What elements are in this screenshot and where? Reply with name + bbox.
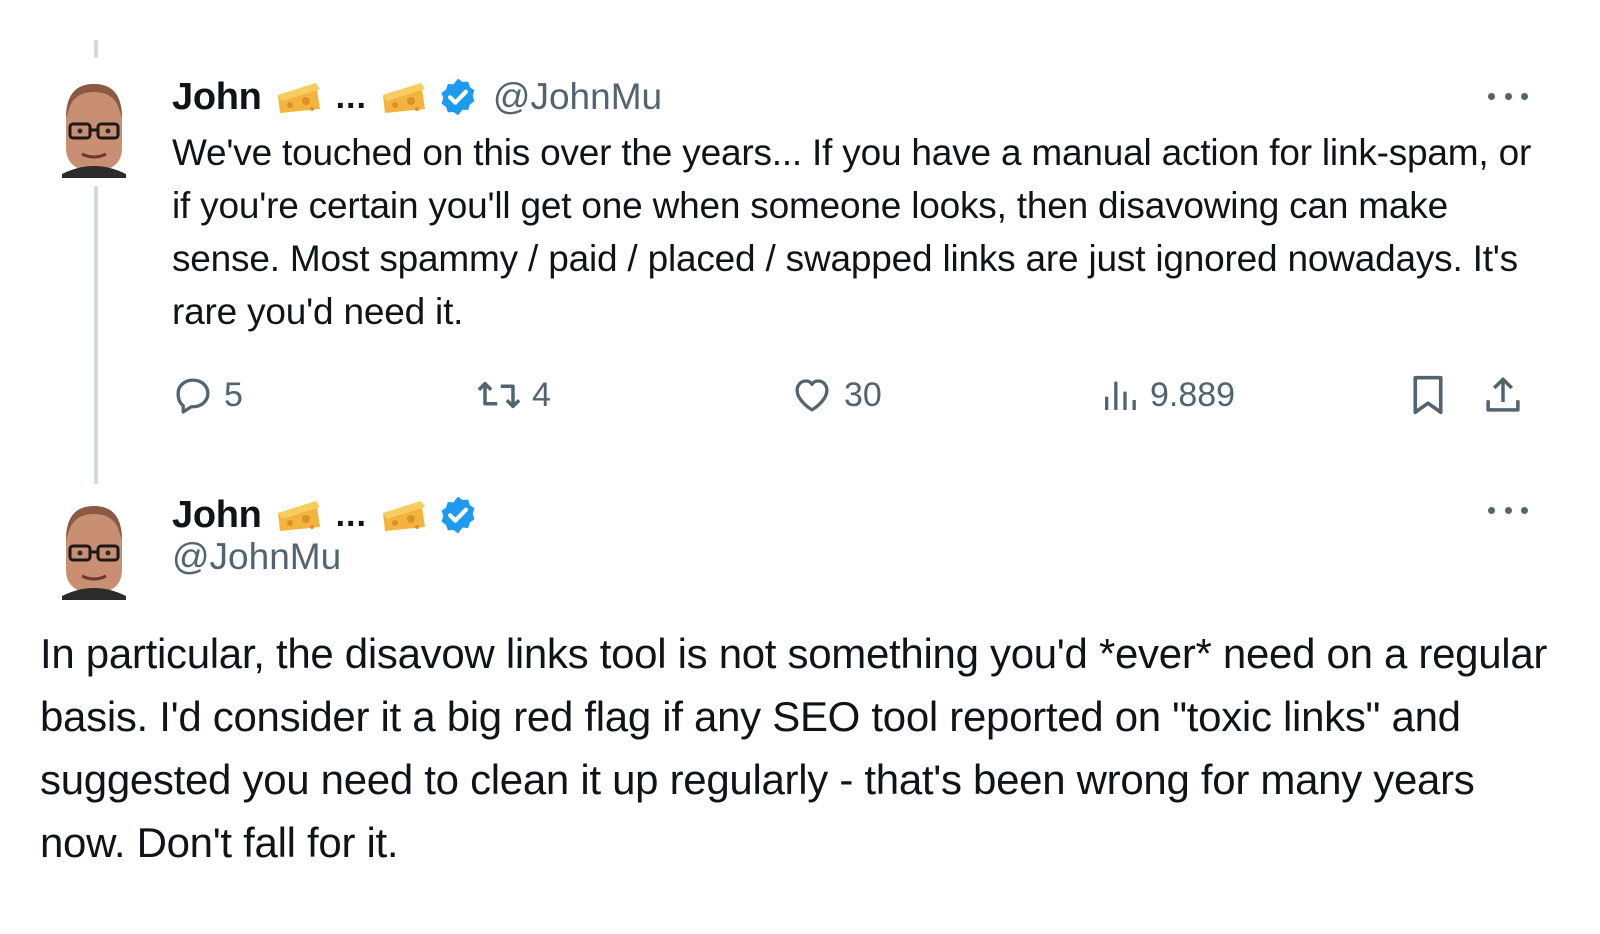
- share-button[interactable]: [1482, 370, 1524, 420]
- retweet-count: 4: [532, 375, 551, 414]
- author-handle[interactable]: @JohnMu: [172, 536, 341, 578]
- views-icon: [1105, 381, 1136, 410]
- tweet-header: John ...: [172, 490, 479, 540]
- tweet-actions: 5 4 30 9.889: [172, 370, 1532, 420]
- tweet-text: We've touched on this over the years... …: [172, 132, 1532, 332]
- bookmark-icon: [1413, 375, 1443, 415]
- heart-icon: [795, 379, 829, 412]
- thread-connector-top: [94, 40, 98, 58]
- avatar-image: [52, 500, 136, 600]
- avatar[interactable]: [52, 500, 136, 600]
- cheese-emoji-icon: [276, 79, 322, 115]
- author-name[interactable]: John: [172, 76, 262, 119]
- avatar-image: [52, 78, 136, 178]
- verified-badge-icon[interactable]: [437, 494, 479, 536]
- retweet-button[interactable]: 4: [476, 370, 551, 420]
- share-icon: [1486, 377, 1520, 412]
- tweet-thread: John ... @JohnMu We've touched on this o…: [0, 0, 1600, 934]
- cheese-emoji-icon: [381, 79, 427, 115]
- name-ellipsis: ...: [335, 77, 367, 116]
- tweet-text: In particular, the disavow links tool is…: [40, 630, 1548, 866]
- author-handle[interactable]: @JohnMu: [493, 76, 662, 118]
- retweet-icon: [477, 381, 521, 409]
- like-button[interactable]: 30: [790, 370, 882, 420]
- reply-icon: [176, 378, 210, 414]
- cheese-emoji-icon: [381, 497, 427, 533]
- verified-badge-icon[interactable]: [437, 76, 479, 118]
- reply-button[interactable]: 5: [172, 370, 243, 420]
- like-count: 30: [844, 375, 882, 414]
- author-name[interactable]: John: [172, 494, 262, 537]
- views-button[interactable]: 9.889: [1100, 370, 1235, 420]
- avatar[interactable]: [52, 78, 136, 178]
- thread-connector: [94, 186, 98, 484]
- bookmark-button[interactable]: [1408, 370, 1448, 420]
- more-options-icon[interactable]: [1488, 86, 1528, 106]
- tweet-header: John ... @JohnMu: [172, 72, 662, 122]
- cheese-emoji-icon: [276, 497, 322, 533]
- view-count: 9.889: [1150, 375, 1236, 414]
- more-options-icon[interactable]: [1488, 500, 1528, 520]
- reply-count: 5: [224, 375, 243, 414]
- name-ellipsis: ...: [335, 495, 367, 534]
